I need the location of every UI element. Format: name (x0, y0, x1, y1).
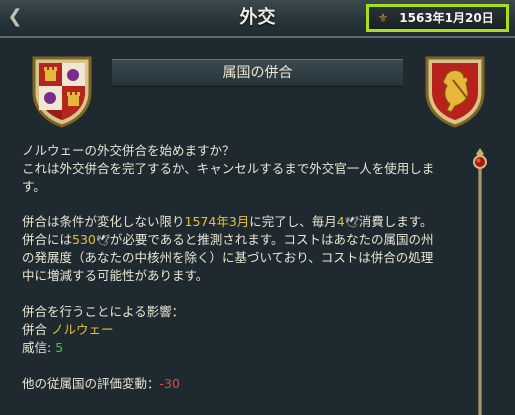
description-line: 中に増減する可能性があります。 (22, 268, 209, 283)
effects-header: 併合を行うことによる影響： (22, 304, 185, 319)
question-text: ノルウェーの外交併合を始めますか？ (22, 143, 235, 158)
scroll-track[interactable] (478, 168, 482, 415)
effect-subject-opinion: 他の従属国の評価変動：-30 (22, 375, 180, 393)
effect-label: 他の従属国の評価変動： (22, 376, 160, 391)
dove-icon: 🕊 (344, 216, 359, 229)
subtitle-ribbon: 属国の併合 (112, 59, 403, 87)
description-line: す。 (22, 179, 46, 194)
scroll-thumb[interactable] (471, 148, 489, 172)
effect-prestige: 威信: 5 (22, 339, 63, 357)
annex-target: ノルウェー (51, 322, 114, 337)
scrollbar[interactable] (470, 140, 490, 415)
total-cost: 530 (72, 232, 96, 247)
date-text: 1563年1月20日 (399, 11, 494, 25)
dialog-subtitle: 属国の併合 (222, 65, 293, 81)
monthly-cost: 4 (336, 214, 345, 229)
text-fragment: 消費します。 (358, 214, 433, 229)
dove-icon: 🕊 (95, 234, 110, 247)
date-emblem-icon: ⚜ (377, 11, 389, 25)
date-display[interactable]: ⚜ 1563年1月20日 (366, 4, 509, 32)
player-coat-of-arms-icon[interactable] (30, 54, 94, 128)
annex-timing-line: 併合は条件が変化しない限り1574年3月に完了し、毎月4🕊消費します。 (22, 213, 432, 232)
text-fragment: 併合は条件が変化しない限り (22, 214, 185, 229)
effect-label: 威信: (22, 340, 52, 355)
completion-date: 1574年3月 (184, 214, 250, 229)
description-line: の発展度（あなたの中核州を除く）に基づいており、コストは併合の処理 (22, 250, 434, 265)
dialog-body: ノルウェーの外交併合を始めますか？ これは外交併合を完了するか、キャンセルするま… (0, 140, 470, 415)
description-line: これは外交併合を完了するか、キャンセルするまで外交官一人を使用しま (22, 161, 435, 176)
text-fragment: 併合には (22, 232, 73, 247)
effect-annex: 併合 ノルウェー (22, 321, 114, 339)
prestige-value: 5 (55, 340, 64, 355)
text-fragment: に完了し、毎月 (249, 214, 337, 229)
text-fragment: が必要であると推測されます。コストはあなたの属国の州 (109, 232, 434, 247)
opinion-value: -30 (159, 376, 180, 391)
effect-label: 併合 (22, 322, 48, 337)
target-coat-of-arms-icon[interactable] (423, 54, 487, 128)
annex-cost-line: 併合には530🕊が必要であると推測されます。コストはあなたの属国の州 (22, 231, 433, 250)
